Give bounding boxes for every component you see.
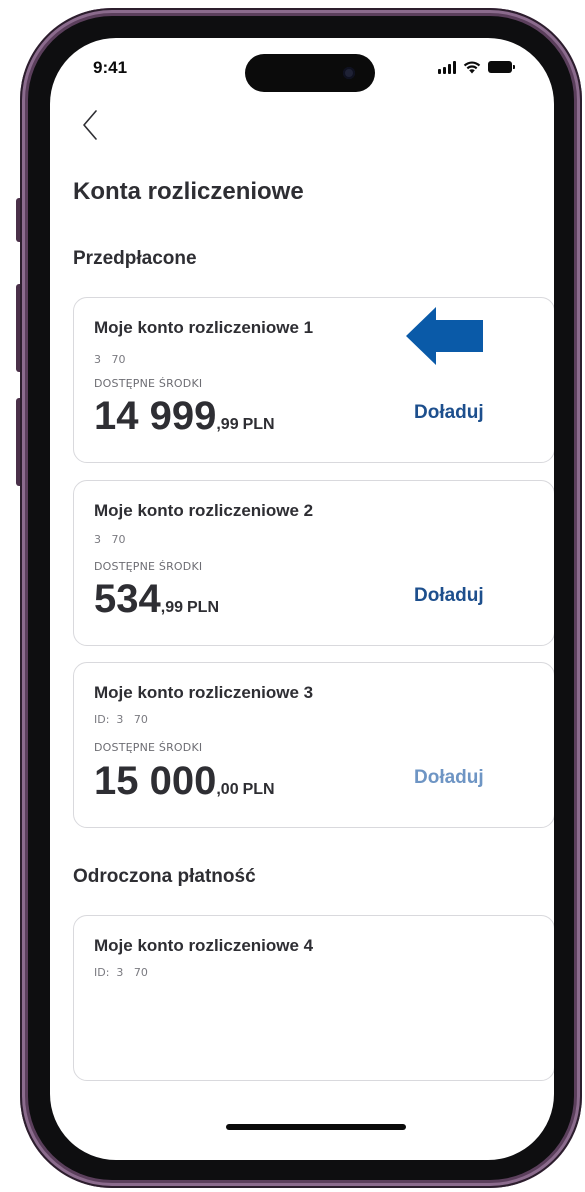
battery-icon xyxy=(488,61,515,73)
account-card[interactable]: Moje konto rozliczeniowe 4 ID: 3 70 xyxy=(73,915,554,1081)
camera-icon xyxy=(343,67,355,79)
account-balance: 14 999,99 PLN xyxy=(94,394,275,439)
account-name: Moje konto rozliczeniowe 4 xyxy=(94,936,314,955)
balance-decimal: ,00 xyxy=(216,781,239,798)
available-funds-label: DOSTĘPNE ŚRODKI xyxy=(94,377,203,390)
section-title-deferred: Odroczona płatność xyxy=(73,866,256,887)
account-name: Moje konto rozliczeniowe 2 xyxy=(94,501,314,520)
balance-currency: PLN xyxy=(187,599,219,616)
phone-screen: 9:41 Konta rozliczeniowe Przedpłacone Mo… xyxy=(50,38,554,1160)
status-time: 9:41 xyxy=(93,58,128,77)
dynamic-island xyxy=(245,54,375,92)
account-id: 3 70 xyxy=(94,533,126,546)
topup-button[interactable]: Doładuj xyxy=(414,585,484,607)
balance-integer: 534 xyxy=(94,577,161,621)
balance-currency: PLN xyxy=(242,781,275,798)
signal-icon xyxy=(438,60,456,74)
account-balance: 534,99 PLN xyxy=(94,577,219,622)
account-name: Moje konto rozliczeniowe 3 xyxy=(94,683,314,702)
account-id: ID: 3 70 xyxy=(94,966,148,979)
topup-button[interactable]: Doładuj xyxy=(414,767,484,789)
available-funds-label: DOSTĘPNE ŚRODKI xyxy=(94,741,203,754)
balance-integer: 14 999 xyxy=(94,394,217,438)
back-chevron-icon[interactable] xyxy=(78,108,102,142)
account-name: Moje konto rozliczeniowe 1 xyxy=(94,318,314,337)
section-title-prepaid: Przedpłacone xyxy=(73,248,197,269)
topup-button[interactable]: Doładuj xyxy=(414,402,484,424)
available-funds-label: DOSTĘPNE ŚRODKI xyxy=(94,560,203,573)
status-icons xyxy=(438,60,515,74)
account-id: 3 70 xyxy=(94,353,126,366)
page-title: Konta rozliczeniowe xyxy=(73,178,304,205)
home-indicator xyxy=(226,1124,406,1130)
balance-integer: 15 000 xyxy=(94,759,217,803)
account-card[interactable]: Moje konto rozliczeniowe 2 3 70 DOSTĘPNE… xyxy=(73,480,554,646)
arrow-left-icon xyxy=(406,307,483,365)
account-balance: 15 000,00 PLN xyxy=(94,759,275,804)
account-card[interactable]: Moje konto rozliczeniowe 3 ID: 3 70 DOST… xyxy=(73,662,554,828)
account-id: ID: 3 70 xyxy=(94,713,148,726)
wifi-icon xyxy=(463,60,481,73)
balance-currency: PLN xyxy=(242,416,275,433)
balance-decimal: ,99 xyxy=(216,416,239,433)
balance-decimal: ,99 xyxy=(160,599,183,616)
